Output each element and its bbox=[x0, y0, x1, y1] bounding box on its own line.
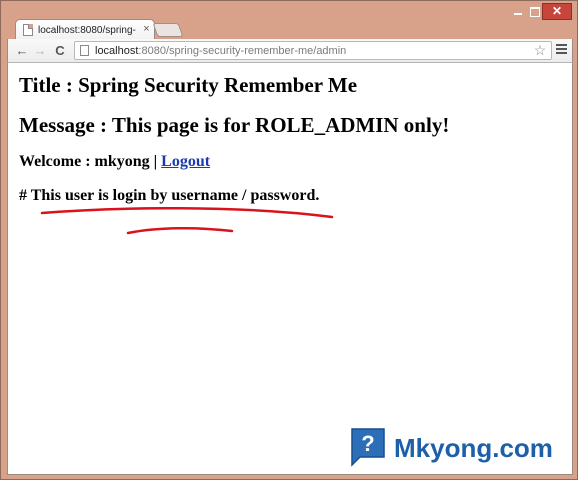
page-message: Message : This page is for ROLE_ADMIN on… bbox=[19, 113, 450, 137]
title-bar: localhost:8080/spring-security-remember-… bbox=[1, 1, 578, 39]
logo-badge-icon: ? bbox=[351, 428, 385, 467]
watermark-text: Mkyong.com bbox=[394, 433, 553, 463]
tab-close-icon[interactable]: × bbox=[141, 23, 152, 36]
welcome-line: Welcome : mkyong | Logout bbox=[19, 151, 419, 173]
bookmark-star-icon[interactable]: ☆ bbox=[533, 42, 547, 59]
url-path: :8080/spring-security-remember-me/admin bbox=[138, 45, 347, 57]
reload-icon[interactable]: C bbox=[52, 43, 68, 59]
login-method-note: # This user is login by username / passw… bbox=[19, 187, 320, 204]
browser-toolbar: ← → C localhost:8080/spring-security-rem… bbox=[7, 39, 573, 63]
red-annotation-underline bbox=[40, 207, 334, 235]
logout-link[interactable]: Logout bbox=[161, 153, 210, 170]
maximize-button[interactable] bbox=[526, 3, 542, 20]
minimize-button[interactable] bbox=[509, 3, 526, 20]
close-window-button[interactable]: ✕ bbox=[542, 3, 572, 20]
page-favicon-icon bbox=[23, 24, 33, 36]
url-text[interactable]: localhost:8080/spring-security-remember-… bbox=[95, 44, 505, 58]
back-arrow-icon[interactable]: ← bbox=[14, 43, 30, 59]
new-tab-button[interactable] bbox=[152, 23, 184, 37]
tab-title: localhost:8080/spring-security-remember-… bbox=[38, 25, 136, 36]
site-watermark: ? Mkyong.com bbox=[346, 427, 572, 469]
page-title: Title : Spring Security Remember Me bbox=[19, 73, 358, 97]
browser-tab[interactable]: localhost:8080/spring-security-remember-… bbox=[15, 19, 155, 39]
browser-window: localhost:8080/spring-security-remember-… bbox=[0, 0, 578, 480]
menu-icon[interactable] bbox=[556, 44, 568, 56]
url-host: localhost bbox=[95, 45, 139, 57]
page-viewport: Title : Spring Security Remember Me Mess… bbox=[7, 63, 573, 475]
forward-arrow-icon[interactable]: → bbox=[32, 43, 48, 59]
welcome-text: Welcome : mkyong | bbox=[19, 153, 162, 170]
logo-badge-glyph: ? bbox=[361, 431, 374, 456]
page-icon bbox=[80, 45, 89, 56]
address-bar[interactable]: localhost:8080/spring-security-remember-… bbox=[74, 41, 552, 60]
